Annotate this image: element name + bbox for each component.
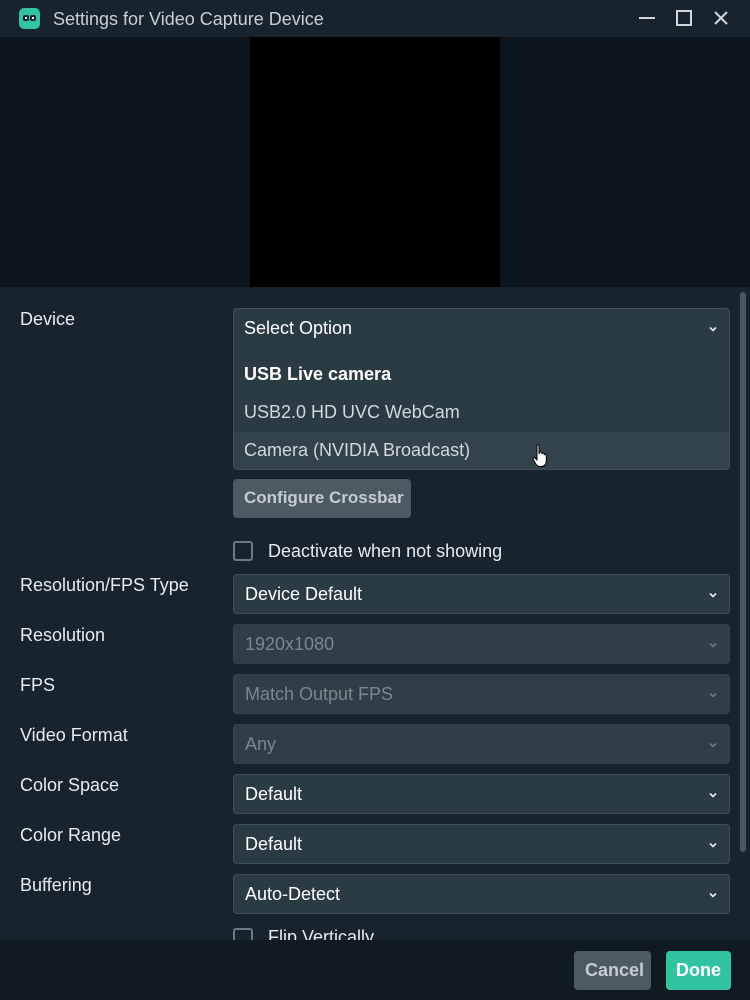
app-logo-icon xyxy=(19,8,40,29)
maximize-icon xyxy=(676,10,692,26)
chevron-down-icon xyxy=(709,742,717,748)
chevron-down-icon xyxy=(709,326,717,332)
buffering-select[interactable]: Auto-Detect xyxy=(233,874,730,914)
color-space-select[interactable]: Default xyxy=(233,774,730,814)
color-space-value: Default xyxy=(245,784,303,804)
dialog-footer: Cancel Done xyxy=(0,940,750,1000)
video-preview xyxy=(250,37,500,287)
hand-pointer-icon xyxy=(532,444,547,467)
settings-form: Device Select Option USB Live camera USB… xyxy=(0,287,750,940)
window-title: Settings for Video Capture Device xyxy=(53,9,324,29)
color-space-label: Color Space xyxy=(20,775,120,795)
source-preview-area xyxy=(0,37,750,287)
device-option-usb2-hd-uvc-webcam[interactable]: USB2.0 HD UVC WebCam xyxy=(234,394,729,432)
minimize-button[interactable] xyxy=(635,6,659,30)
maximize-button[interactable] xyxy=(672,6,696,30)
resolution-fps-type-label: Resolution/FPS Type xyxy=(20,575,189,595)
deactivate-when-not-showing-label: Deactivate when not showing xyxy=(268,541,503,561)
video-format-label: Video Format xyxy=(20,725,128,745)
resolution-fps-type-select[interactable]: Device Default xyxy=(233,574,730,614)
fps-label: FPS xyxy=(20,675,56,695)
minimize-icon xyxy=(639,17,655,19)
close-icon xyxy=(714,11,728,25)
buffering-value: Auto-Detect xyxy=(245,884,341,904)
device-option-nvidia-broadcast[interactable]: Camera (NVIDIA Broadcast) xyxy=(234,432,729,469)
close-button[interactable] xyxy=(709,6,733,30)
color-range-label: Color Range xyxy=(20,825,122,845)
color-range-value: Default xyxy=(245,834,303,854)
title-bar: Settings for Video Capture Device xyxy=(0,0,750,37)
flip-vertically-label: Flip Vertically xyxy=(268,927,375,940)
device-select-value: Select Option xyxy=(244,318,353,338)
done-button[interactable]: Done xyxy=(666,951,731,990)
resolution-label: Resolution xyxy=(20,625,106,645)
resolution-value: 1920x1080 xyxy=(245,634,335,654)
video-format-value: Any xyxy=(245,734,277,754)
chevron-down-icon xyxy=(709,792,717,798)
flip-vertically-checkbox[interactable] xyxy=(233,928,253,940)
chevron-down-icon xyxy=(709,642,717,648)
deactivate-when-not-showing-checkbox[interactable] xyxy=(233,541,253,561)
device-option-usb-live-camera[interactable]: USB Live camera xyxy=(234,356,729,394)
fps-value: Match Output FPS xyxy=(245,684,394,704)
resolution-select: 1920x1080 xyxy=(233,624,730,664)
chevron-down-icon xyxy=(709,692,717,698)
fps-select: Match Output FPS xyxy=(233,674,730,714)
chevron-down-icon xyxy=(709,842,717,848)
color-range-select[interactable]: Default xyxy=(233,824,730,864)
configure-crossbar-button[interactable]: Configure Crossbar xyxy=(233,479,411,518)
device-dropdown[interactable]: Select Option USB Live camera USB2.0 HD … xyxy=(233,308,730,470)
resolution-fps-type-value: Device Default xyxy=(245,584,363,604)
chevron-down-icon xyxy=(709,892,717,898)
device-select[interactable]: Select Option xyxy=(234,309,729,349)
settings-scrollbar[interactable] xyxy=(740,292,746,852)
buffering-label: Buffering xyxy=(20,875,92,895)
cancel-button[interactable]: Cancel xyxy=(574,951,651,990)
chevron-down-icon xyxy=(709,592,717,598)
video-format-select: Any xyxy=(233,724,730,764)
device-label: Device xyxy=(20,309,76,329)
